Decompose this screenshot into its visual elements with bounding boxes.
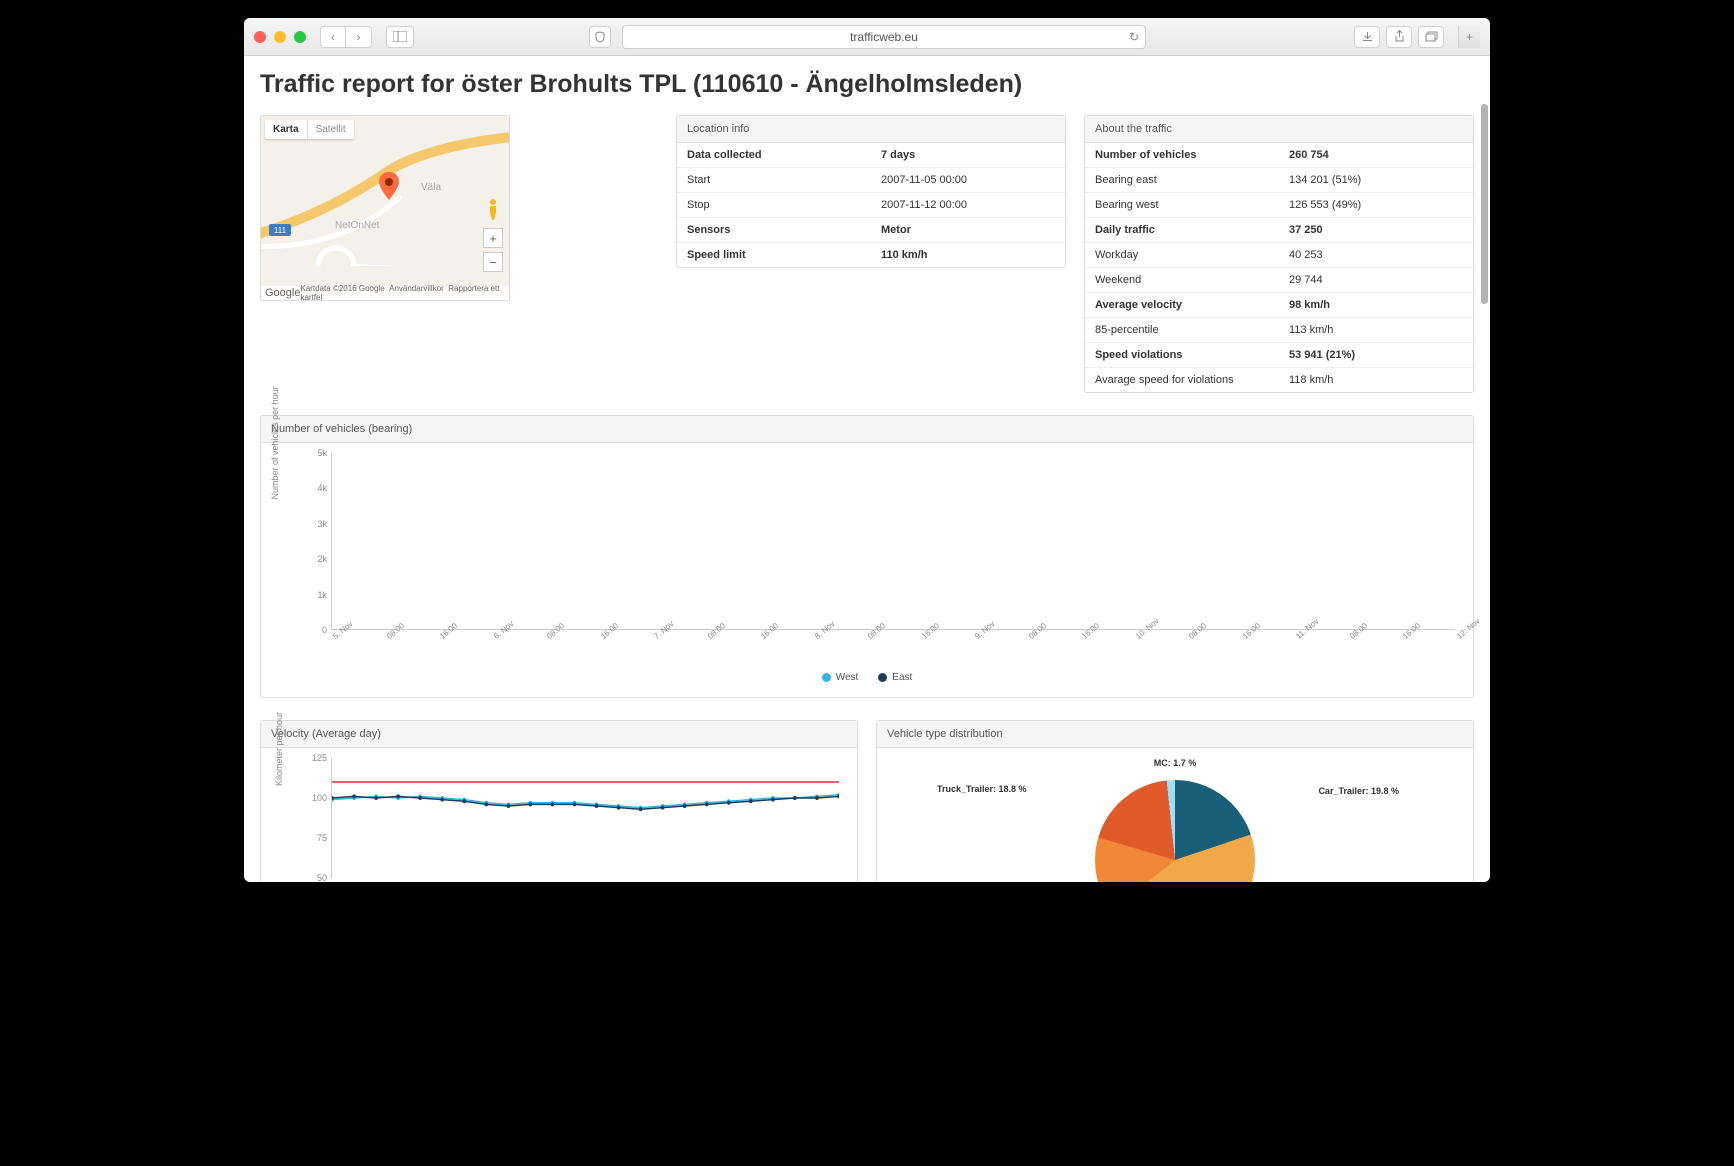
panel-header: Number of vehicles (bearing) bbox=[261, 416, 1473, 443]
vehicle-type-panel: Vehicle type distribution MC: 1.7 % Car_… bbox=[876, 720, 1474, 882]
table-row: Daily traffic37 250 bbox=[1085, 218, 1473, 243]
back-button[interactable]: ‹ bbox=[320, 26, 346, 48]
table-row: Speed violations53 941 (21%) bbox=[1085, 343, 1473, 368]
location-info-panel: Location info Data collected7 daysStart2… bbox=[676, 115, 1066, 268]
close-icon[interactable] bbox=[254, 31, 266, 43]
zoom-out-button[interactable]: − bbox=[483, 252, 503, 272]
table-row: Bearing east134 201 (51%) bbox=[1085, 168, 1473, 193]
svg-text:NetOnNet: NetOnNet bbox=[335, 220, 380, 231]
browser-window: ‹ › trafficweb.eu ↻ + Traffic report for… bbox=[244, 18, 1490, 882]
panel-header: Location info bbox=[677, 116, 1065, 143]
streetview-icon[interactable] bbox=[485, 198, 501, 220]
about-traffic-panel: About the traffic Number of vehicles260 … bbox=[1084, 115, 1474, 393]
bar-chart: Number of vehicles per hour 01k2k3k4k5k … bbox=[305, 453, 1459, 648]
new-tab-button[interactable]: + bbox=[1458, 26, 1480, 48]
download-icon bbox=[1362, 31, 1373, 42]
table-row: SensorsMetor bbox=[677, 218, 1065, 243]
share-icon bbox=[1394, 30, 1405, 43]
map[interactable]: Karta Satellit 111 111 Väla NetOnNet + bbox=[260, 115, 510, 301]
panel-header: Vehicle type distribution bbox=[877, 721, 1473, 748]
y-axis-label: Kilometer per hour bbox=[274, 712, 284, 786]
legend-dot-icon bbox=[878, 673, 887, 682]
map-pin-icon bbox=[379, 172, 399, 200]
table-row: 85-percentile113 km/h bbox=[1085, 318, 1473, 343]
download-button[interactable] bbox=[1354, 26, 1380, 48]
table-row: Bearing west126 553 (49%) bbox=[1085, 193, 1473, 218]
maximize-icon[interactable] bbox=[294, 31, 306, 43]
svg-text:Väla: Väla bbox=[421, 182, 441, 193]
svg-text:111: 111 bbox=[274, 226, 287, 235]
legend-dot-icon bbox=[822, 673, 831, 682]
map-attribution: Google Kartdata ©2016 Google Användarvil… bbox=[261, 286, 509, 300]
scrollbar[interactable] bbox=[1481, 104, 1488, 304]
sidebar-toggle-button[interactable] bbox=[386, 26, 414, 48]
shield-icon bbox=[594, 31, 606, 43]
tabs-icon bbox=[1425, 31, 1438, 42]
share-button[interactable] bbox=[1386, 26, 1412, 48]
map-tab-map[interactable]: Karta bbox=[265, 120, 307, 139]
reload-icon[interactable]: ↻ bbox=[1129, 30, 1139, 44]
titlebar: ‹ › trafficweb.eu ↻ + bbox=[244, 18, 1490, 56]
zoom-in-button[interactable]: + bbox=[483, 228, 503, 248]
velocity-chart-panel: Velocity (Average day) Kilometer per hou… bbox=[260, 720, 858, 882]
line-chart: Kilometer per hour 5075100125 bbox=[305, 758, 843, 878]
minimize-icon[interactable] bbox=[274, 31, 286, 43]
table-row: Data collected7 days bbox=[677, 143, 1065, 168]
tabs-button[interactable] bbox=[1418, 26, 1444, 48]
sidebar-icon bbox=[393, 31, 407, 42]
page-title: Traffic report for öster Brohults TPL (1… bbox=[260, 70, 1474, 99]
panel-header: Velocity (Average day) bbox=[261, 721, 857, 748]
site-settings-button[interactable] bbox=[589, 26, 611, 48]
table-row: Stop2007-11-12 00:00 bbox=[677, 193, 1065, 218]
page-content: Traffic report for öster Brohults TPL (1… bbox=[244, 56, 1490, 882]
url-text: trafficweb.eu bbox=[850, 30, 918, 44]
map-tab-satellite[interactable]: Satellit bbox=[307, 120, 354, 139]
table-row: Workday40 253 bbox=[1085, 243, 1473, 268]
vehicles-chart-panel: Number of vehicles (bearing) Number of v… bbox=[260, 415, 1474, 698]
table-row: Number of vehicles260 754 bbox=[1085, 143, 1473, 168]
window-controls bbox=[254, 31, 306, 43]
pie-chart: MC: 1.7 % Car_Trailer: 19.8 % Truck: 15.… bbox=[891, 758, 1459, 882]
panel-header: About the traffic bbox=[1085, 116, 1473, 143]
chart-legend: West East bbox=[275, 666, 1459, 689]
table-row: Avarage speed for violations118 km/h bbox=[1085, 368, 1473, 393]
table-row: Start2007-11-05 00:00 bbox=[677, 168, 1065, 193]
address-bar[interactable]: trafficweb.eu ↻ bbox=[622, 25, 1146, 49]
table-row: Speed limit110 km/h bbox=[677, 243, 1065, 268]
forward-button[interactable]: › bbox=[346, 26, 372, 48]
table-row: Weekend29 744 bbox=[1085, 268, 1473, 293]
y-axis-label: Number of vehicles per hour bbox=[270, 386, 280, 499]
table-row: Average velocity98 km/h bbox=[1085, 293, 1473, 318]
